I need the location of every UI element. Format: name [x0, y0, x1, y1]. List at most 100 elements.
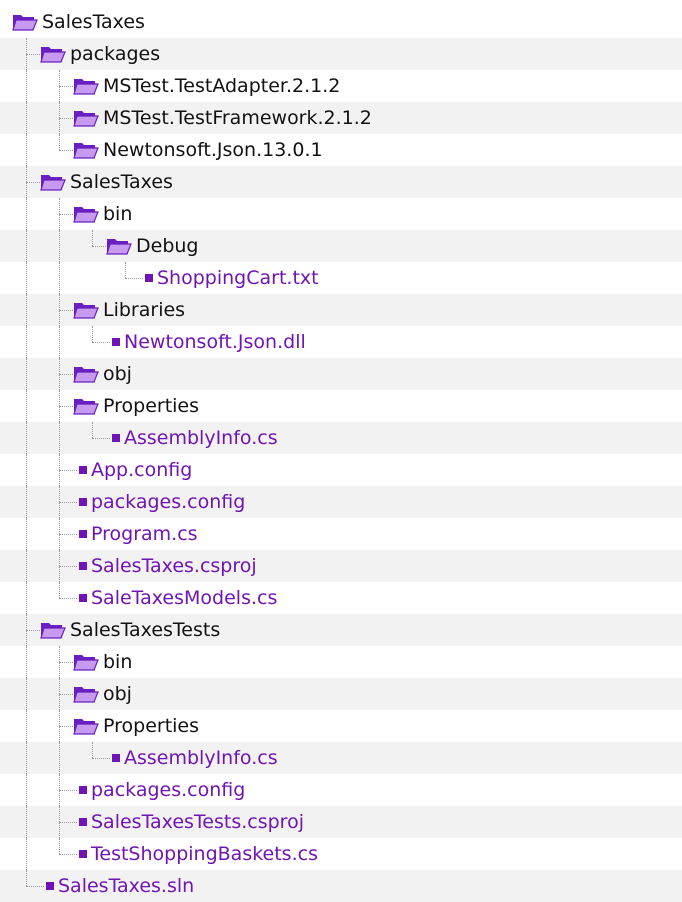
file-label: SalesTaxes.csproj: [91, 555, 257, 577]
tree-file-row[interactable]: TestShoppingBaskets.cs: [0, 838, 682, 870]
tree-file-row[interactable]: SalesTaxes.csproj: [0, 550, 682, 582]
tree-guide-line: [26, 550, 27, 582]
tree-guide-line: [59, 262, 60, 294]
folder-open-icon: [73, 111, 99, 127]
tree-file-row[interactable]: Program.cs: [0, 518, 682, 550]
tree-connector: [59, 534, 77, 535]
tree-guide-line: [26, 486, 27, 518]
folder-open-icon: [73, 719, 99, 735]
folder-open-icon: [73, 687, 99, 703]
tree-connector: [92, 246, 106, 247]
tree-connector: [92, 438, 110, 439]
file-label: SalesTaxes.sln: [58, 875, 195, 897]
file-icon: [79, 498, 87, 506]
tree-guide-line: [26, 230, 27, 262]
tree-connector: [125, 278, 143, 279]
folder-label: Newtonsoft.Json.13.0.1: [103, 139, 323, 161]
tree-file-row[interactable]: packages.config: [0, 486, 682, 518]
folder-label: bin: [103, 203, 133, 225]
tree-guide-line: [26, 614, 27, 646]
tree-file-row[interactable]: ShoppingCart.txt: [0, 262, 682, 294]
folder-open-icon: [40, 175, 66, 191]
tree-connector: [59, 118, 73, 119]
file-icon: [79, 818, 87, 826]
tree-guide-line: [26, 390, 27, 422]
tree-folder-row[interactable]: MSTest.TestAdapter.2.1.2: [0, 70, 682, 102]
tree-folder-row[interactable]: bin: [0, 646, 682, 678]
file-icon: [46, 882, 54, 890]
folder-label: SalesTaxesTests: [70, 619, 221, 641]
tree-connector: [59, 86, 73, 87]
folder-label: packages: [70, 43, 161, 65]
tree-guide-line: [59, 326, 60, 358]
tree-connector: [59, 662, 73, 663]
tree-guide-line: [59, 230, 60, 262]
tree-guide-line: [26, 678, 27, 710]
folder-open-icon: [73, 303, 99, 319]
tree-connector: [59, 790, 77, 791]
folder-label: MSTest.TestFramework.2.1.2: [103, 107, 372, 129]
tree-connector: [26, 630, 40, 631]
folder-label: Libraries: [103, 299, 186, 321]
tree-folder-row[interactable]: SalesTaxesTests: [0, 614, 682, 646]
tree-connector: [59, 726, 73, 727]
tree-file-row[interactable]: Newtonsoft.Json.dll: [0, 326, 682, 358]
tree-guide-line: [59, 134, 60, 150]
tree-folder-row[interactable]: Properties: [0, 390, 682, 422]
file-label: AssemblyInfo.cs: [124, 747, 278, 769]
tree-guide-line: [59, 70, 60, 102]
tree-folder-row[interactable]: bin: [0, 198, 682, 230]
tree-file-row[interactable]: App.config: [0, 454, 682, 486]
file-icon: [112, 338, 120, 346]
folder-open-icon: [73, 399, 99, 415]
tree-guide-line: [26, 646, 27, 678]
tree-file-row[interactable]: packages.config: [0, 774, 682, 806]
tree-file-row[interactable]: AssemblyInfo.cs: [0, 422, 682, 454]
tree-folder-row[interactable]: obj: [0, 678, 682, 710]
folder-open-icon: [73, 143, 99, 159]
tree-guide-line: [59, 294, 60, 326]
tree-guide-line: [26, 774, 27, 806]
tree-connector: [59, 214, 73, 215]
folder-label: obj: [103, 683, 132, 705]
tree-guide-line: [92, 326, 93, 342]
tree-guide-line: [59, 358, 60, 390]
folder-label: bin: [103, 651, 133, 673]
tree-guide-line: [59, 742, 60, 774]
folder-label: Properties: [103, 715, 200, 737]
tree-connector: [59, 470, 77, 471]
tree-guide-line: [26, 198, 27, 230]
tree-folder-row[interactable]: packages: [0, 38, 682, 70]
tree-connector: [26, 182, 40, 183]
tree-folder-row[interactable]: Newtonsoft.Json.13.0.1: [0, 134, 682, 166]
folder-open-icon: [106, 239, 132, 255]
tree-guide-line: [59, 806, 60, 838]
tree-guide-line: [26, 422, 27, 454]
tree-file-row[interactable]: SaleTaxesModels.cs: [0, 582, 682, 614]
tree-guide-line: [26, 38, 27, 70]
tree-folder-row[interactable]: Properties: [0, 710, 682, 742]
tree-guide-line: [26, 358, 27, 390]
tree-folder-row[interactable]: obj: [0, 358, 682, 390]
tree-guide-line: [125, 262, 126, 278]
tree-connector: [26, 54, 40, 55]
tree-guide-line: [59, 838, 60, 854]
file-label: Newtonsoft.Json.dll: [124, 331, 306, 353]
tree-guide-line: [26, 262, 27, 294]
tree-folder-row[interactable]: SalesTaxes: [0, 166, 682, 198]
tree-guide-line: [26, 454, 27, 486]
tree-connector: [59, 310, 73, 311]
tree-guide-line: [59, 550, 60, 582]
tree-folder-row[interactable]: Debug: [0, 230, 682, 262]
file-label: Program.cs: [91, 523, 198, 545]
tree-file-row[interactable]: SalesTaxesTests.csproj: [0, 806, 682, 838]
tree-guide-line: [26, 582, 27, 614]
file-icon: [79, 562, 87, 570]
tree-guide-line: [59, 422, 60, 454]
folder-label: Debug: [136, 235, 199, 257]
tree-folder-row[interactable]: Libraries: [0, 294, 682, 326]
tree-file-row[interactable]: AssemblyInfo.cs: [0, 742, 682, 774]
tree-folder-row[interactable]: MSTest.TestFramework.2.1.2: [0, 102, 682, 134]
tree-file-row[interactable]: SalesTaxes.sln: [0, 870, 682, 902]
tree-folder-row[interactable]: SalesTaxes: [0, 6, 682, 38]
